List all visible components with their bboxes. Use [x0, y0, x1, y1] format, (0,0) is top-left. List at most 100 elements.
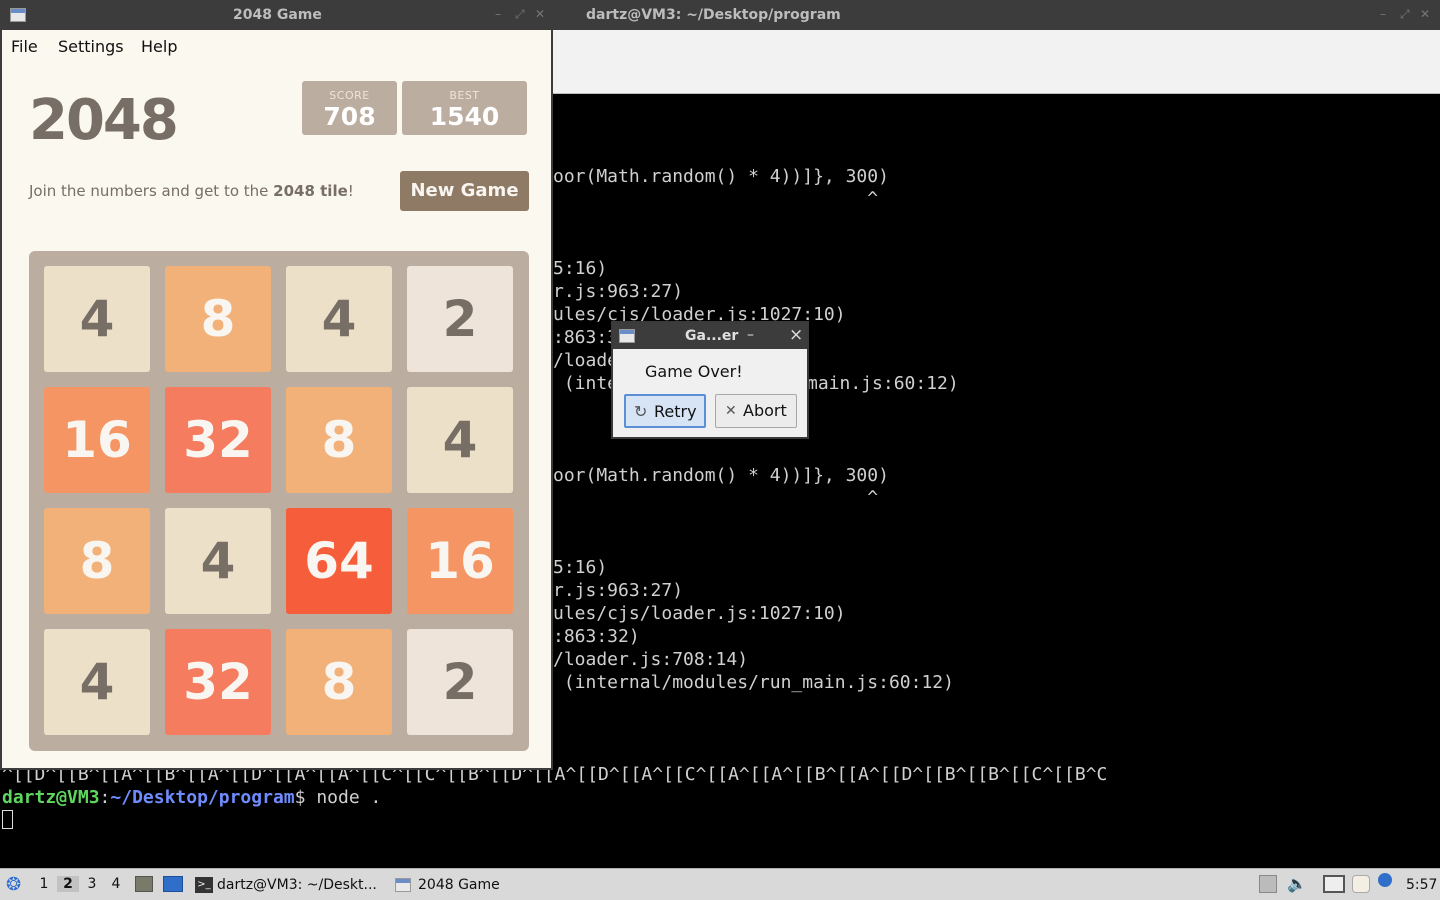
tile: 8 — [286, 387, 392, 493]
game-task-icon — [395, 878, 411, 892]
volume-icon[interactable]: 🔈 — [1287, 874, 1307, 893]
game-titlebar[interactable]: 2048 Game – ⤢ ✕ — [2, 0, 555, 30]
workspace-4[interactable]: 4 — [105, 876, 127, 892]
tile: 4 — [407, 387, 513, 493]
terminal-prompt-line: dartz@VM3:~/Desktop/program$ node . — [2, 787, 381, 809]
taskbar-game-label: 2048 Game — [418, 877, 500, 893]
terminal-line: ^ — [553, 188, 879, 209]
retry-button[interactable]: ↻ Retry — [624, 394, 706, 428]
intro-prefix: Join the numbers and get to the — [29, 182, 274, 200]
intro-suffix: ! — [347, 182, 354, 200]
terminal-line: oor(Math.random() * 4))]}, 300) — [553, 465, 889, 486]
retry-label: Retry — [654, 402, 697, 421]
tile: 16 — [44, 387, 150, 493]
tile: 8 — [44, 508, 150, 614]
taskbar: ❂ 1 2 3 4 >_ dartz@VM3: ~/Deskt... 2048 … — [0, 868, 1440, 900]
tile: 4 — [44, 266, 150, 372]
refresh-icon: ↻ — [634, 402, 648, 421]
menubar: File Settings Help — [2, 30, 551, 60]
terminal-line: 5:16) — [553, 557, 608, 578]
prompt-separator: : — [99, 787, 111, 808]
terminal-line: ^ — [553, 487, 879, 508]
terminal-toolbar — [553, 30, 1440, 94]
start-menu-icon[interactable]: ❂ — [6, 874, 21, 895]
menu-settings[interactable]: Settings — [58, 37, 124, 56]
desktop-icon[interactable] — [163, 876, 183, 892]
tile: 64 — [286, 508, 392, 614]
clipboard-icon[interactable] — [1352, 875, 1370, 893]
tile: 32 — [165, 387, 271, 493]
workspace-3[interactable]: 3 — [81, 876, 103, 892]
terminal-icon: >_ — [195, 877, 213, 893]
game-maximize-icon[interactable]: ⤢ — [515, 7, 525, 22]
dialog-close-icon[interactable]: × — [789, 325, 803, 345]
terminal-line: ules/cjs/loader.js:1027:10) — [553, 603, 846, 624]
dialog-title: Ga...er — [685, 328, 739, 344]
abort-label: Abort — [743, 401, 787, 420]
game-window-title: 2048 Game — [233, 7, 322, 23]
tray-up-icon[interactable] — [1259, 875, 1277, 893]
taskbar-terminal-task[interactable]: >_ dartz@VM3: ~/Deskt... — [192, 871, 388, 899]
tile: 4 — [286, 266, 392, 372]
file-manager-icon[interactable] — [135, 876, 153, 892]
notification-icon[interactable] — [1378, 873, 1392, 887]
close-icon: ✕ — [725, 403, 737, 419]
tile: 4 — [44, 629, 150, 735]
terminal-line: oor(Math.random() * 4))]}, 300) — [553, 166, 889, 187]
score-label: SCORE — [329, 89, 370, 102]
prompt-path: ~/Desktop/program — [110, 787, 295, 808]
new-game-button[interactable]: New Game — [400, 171, 529, 211]
prompt-end: $ — [294, 787, 317, 808]
game-intro: Join the numbers and get to the 2048 til… — [29, 182, 354, 200]
game-window: 2048 Game – ⤢ ✕ File Settings Help 2048 … — [0, 0, 555, 770]
game-close-icon[interactable]: ✕ — [535, 7, 545, 21]
terminal-line: main.js:60:12) — [807, 373, 959, 394]
prompt-command: node . — [316, 787, 382, 808]
terminal-cursor — [2, 810, 13, 829]
terminal-line: /loade — [553, 350, 619, 371]
terminal-line: /loader.js:708:14) — [553, 649, 749, 670]
workspace-1[interactable]: 1 — [33, 876, 55, 892]
abort-button[interactable]: ✕ Abort — [715, 394, 797, 428]
terminal-line: r.js:963:27) — [553, 580, 684, 601]
tile: 2 — [407, 266, 513, 372]
terminal-window-title: dartz@VM3: ~/Desktop/program — [586, 7, 841, 23]
tile: 8 — [165, 266, 271, 372]
menu-help[interactable]: Help — [141, 37, 177, 56]
network-icon[interactable] — [1323, 875, 1345, 893]
dialog-minimize-icon[interactable]: – — [747, 327, 754, 343]
tile: 32 — [165, 629, 271, 735]
terminal-line: :863:3 — [553, 327, 619, 348]
game-heading: 2048 — [29, 88, 179, 153]
dialog-message: Game Over! — [645, 362, 743, 381]
score-value: 708 — [323, 102, 376, 131]
best-label: BEST — [449, 89, 480, 102]
terminal-minimize-icon[interactable]: – — [1380, 7, 1386, 21]
intro-bold: 2048 tile — [273, 182, 348, 200]
terminal-line: (internal/modules/run_main.js:60:12) — [553, 672, 954, 693]
game-over-dialog: Ga...er – × Game Over! ↻ Retry ✕ Abort — [611, 321, 809, 439]
tile: 16 — [407, 508, 513, 614]
workspace-2[interactable]: 2 — [57, 876, 79, 892]
tile: 8 — [286, 629, 392, 735]
dialog-app-icon — [619, 329, 635, 343]
best-box: BEST 1540 — [402, 81, 527, 135]
tile: 4 — [165, 508, 271, 614]
taskbar-game-task[interactable]: 2048 Game — [392, 871, 532, 899]
terminal-maximize-icon[interactable]: ⤢ — [1400, 7, 1410, 22]
terminal-line: :863:32) — [553, 626, 640, 647]
menu-file[interactable]: File — [11, 37, 38, 56]
best-value: 1540 — [429, 102, 500, 131]
window-app-icon — [10, 8, 26, 22]
terminal-close-icon[interactable]: ✕ — [1420, 7, 1430, 21]
terminal-line: r.js:963:27) — [553, 281, 684, 302]
terminal-line: 5:16) — [553, 258, 608, 279]
tile: 2 — [407, 629, 513, 735]
taskbar-terminal-label: dartz@VM3: ~/Deskt... — [217, 877, 377, 893]
prompt-user: dartz@VM3 — [2, 787, 100, 808]
game-minimize-icon[interactable]: – — [495, 7, 501, 21]
game-board: 4 8 4 2 16 32 8 4 8 4 64 16 4 32 8 2 — [29, 251, 529, 751]
clock: 5:57 — [1406, 877, 1438, 893]
dialog-titlebar[interactable]: Ga...er – × — [613, 323, 807, 349]
terminal-line: (inte — [553, 373, 619, 394]
